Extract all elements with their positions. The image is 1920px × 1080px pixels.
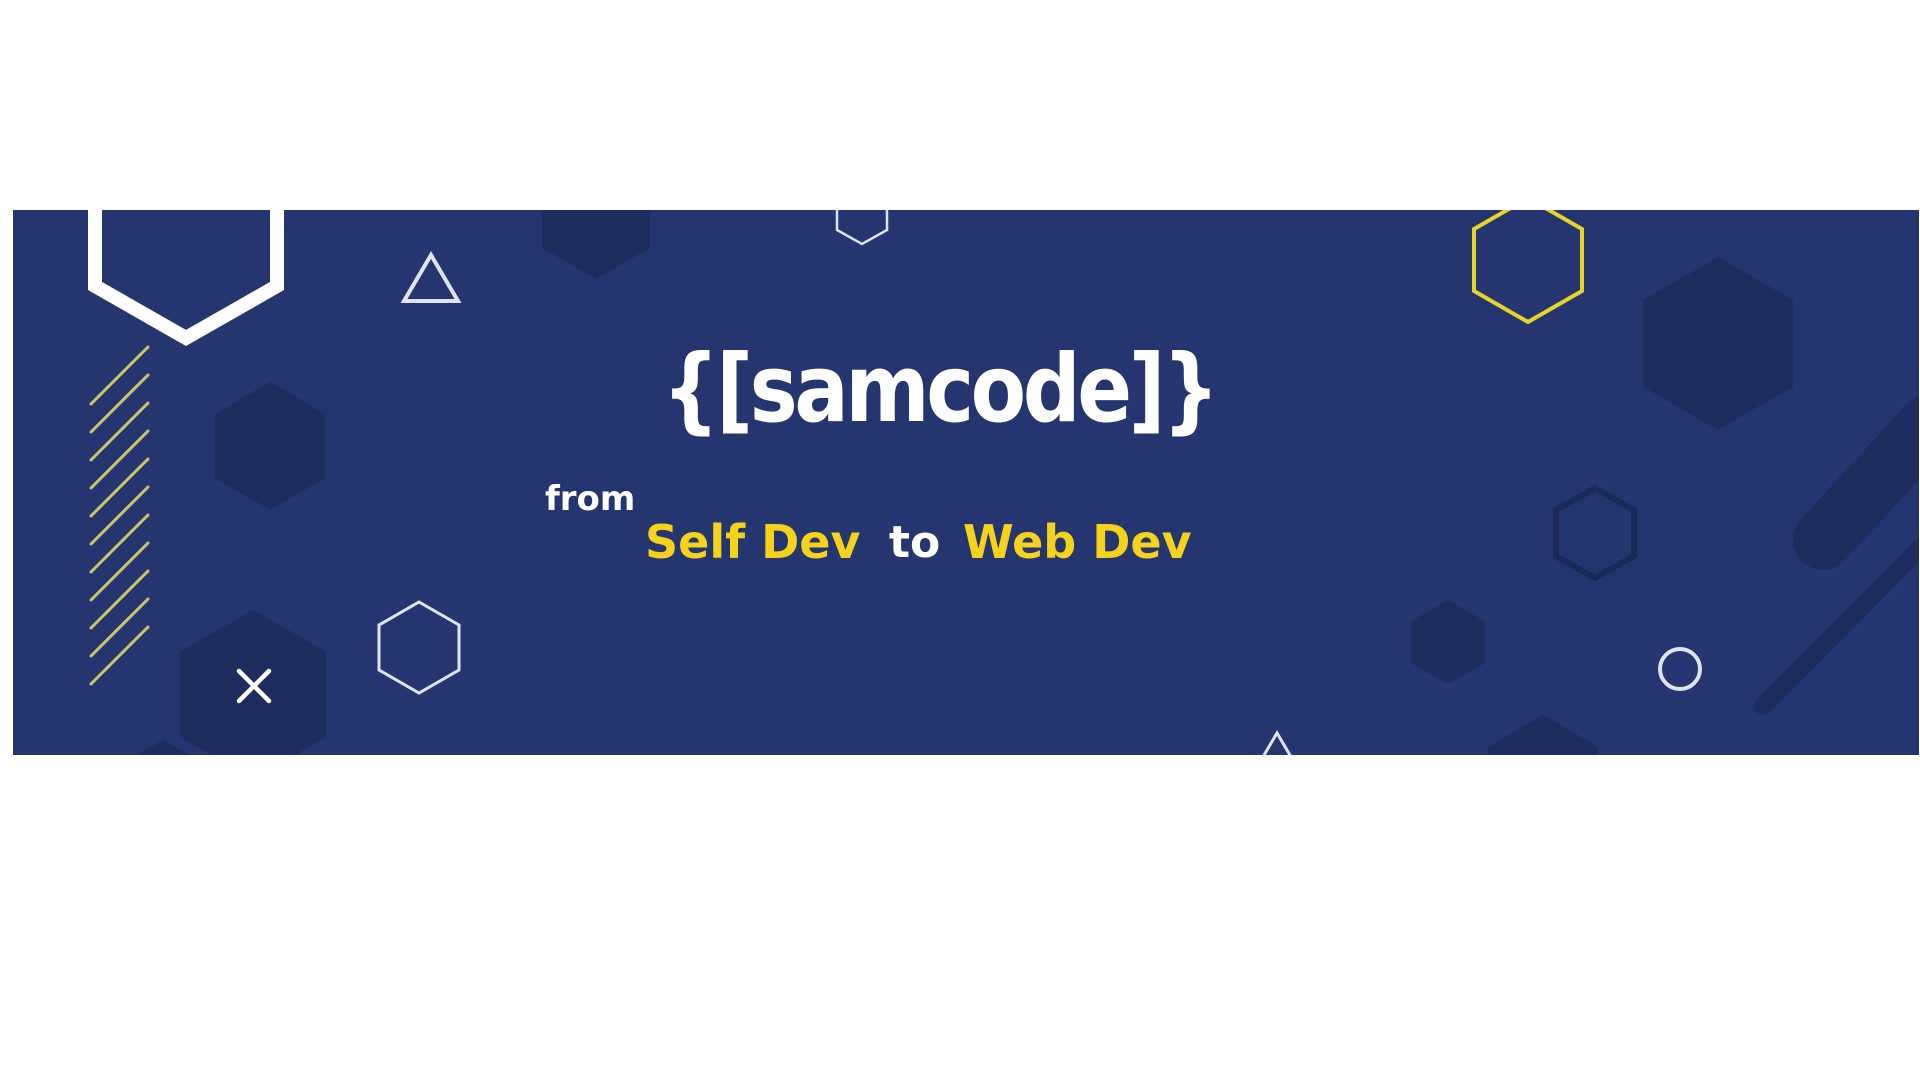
web-dev-label: Web Dev	[963, 515, 1192, 569]
to-label: to	[889, 517, 941, 568]
page: {[samcode]} from Self Dev to Web Dev	[0, 0, 1920, 1080]
from-label: from	[545, 479, 636, 519]
banner-background	[13, 210, 1919, 755]
banner	[13, 210, 1919, 755]
self-dev-label: Self Dev	[645, 515, 861, 569]
brand-logo-text: {[samcode]}	[662, 335, 1220, 444]
